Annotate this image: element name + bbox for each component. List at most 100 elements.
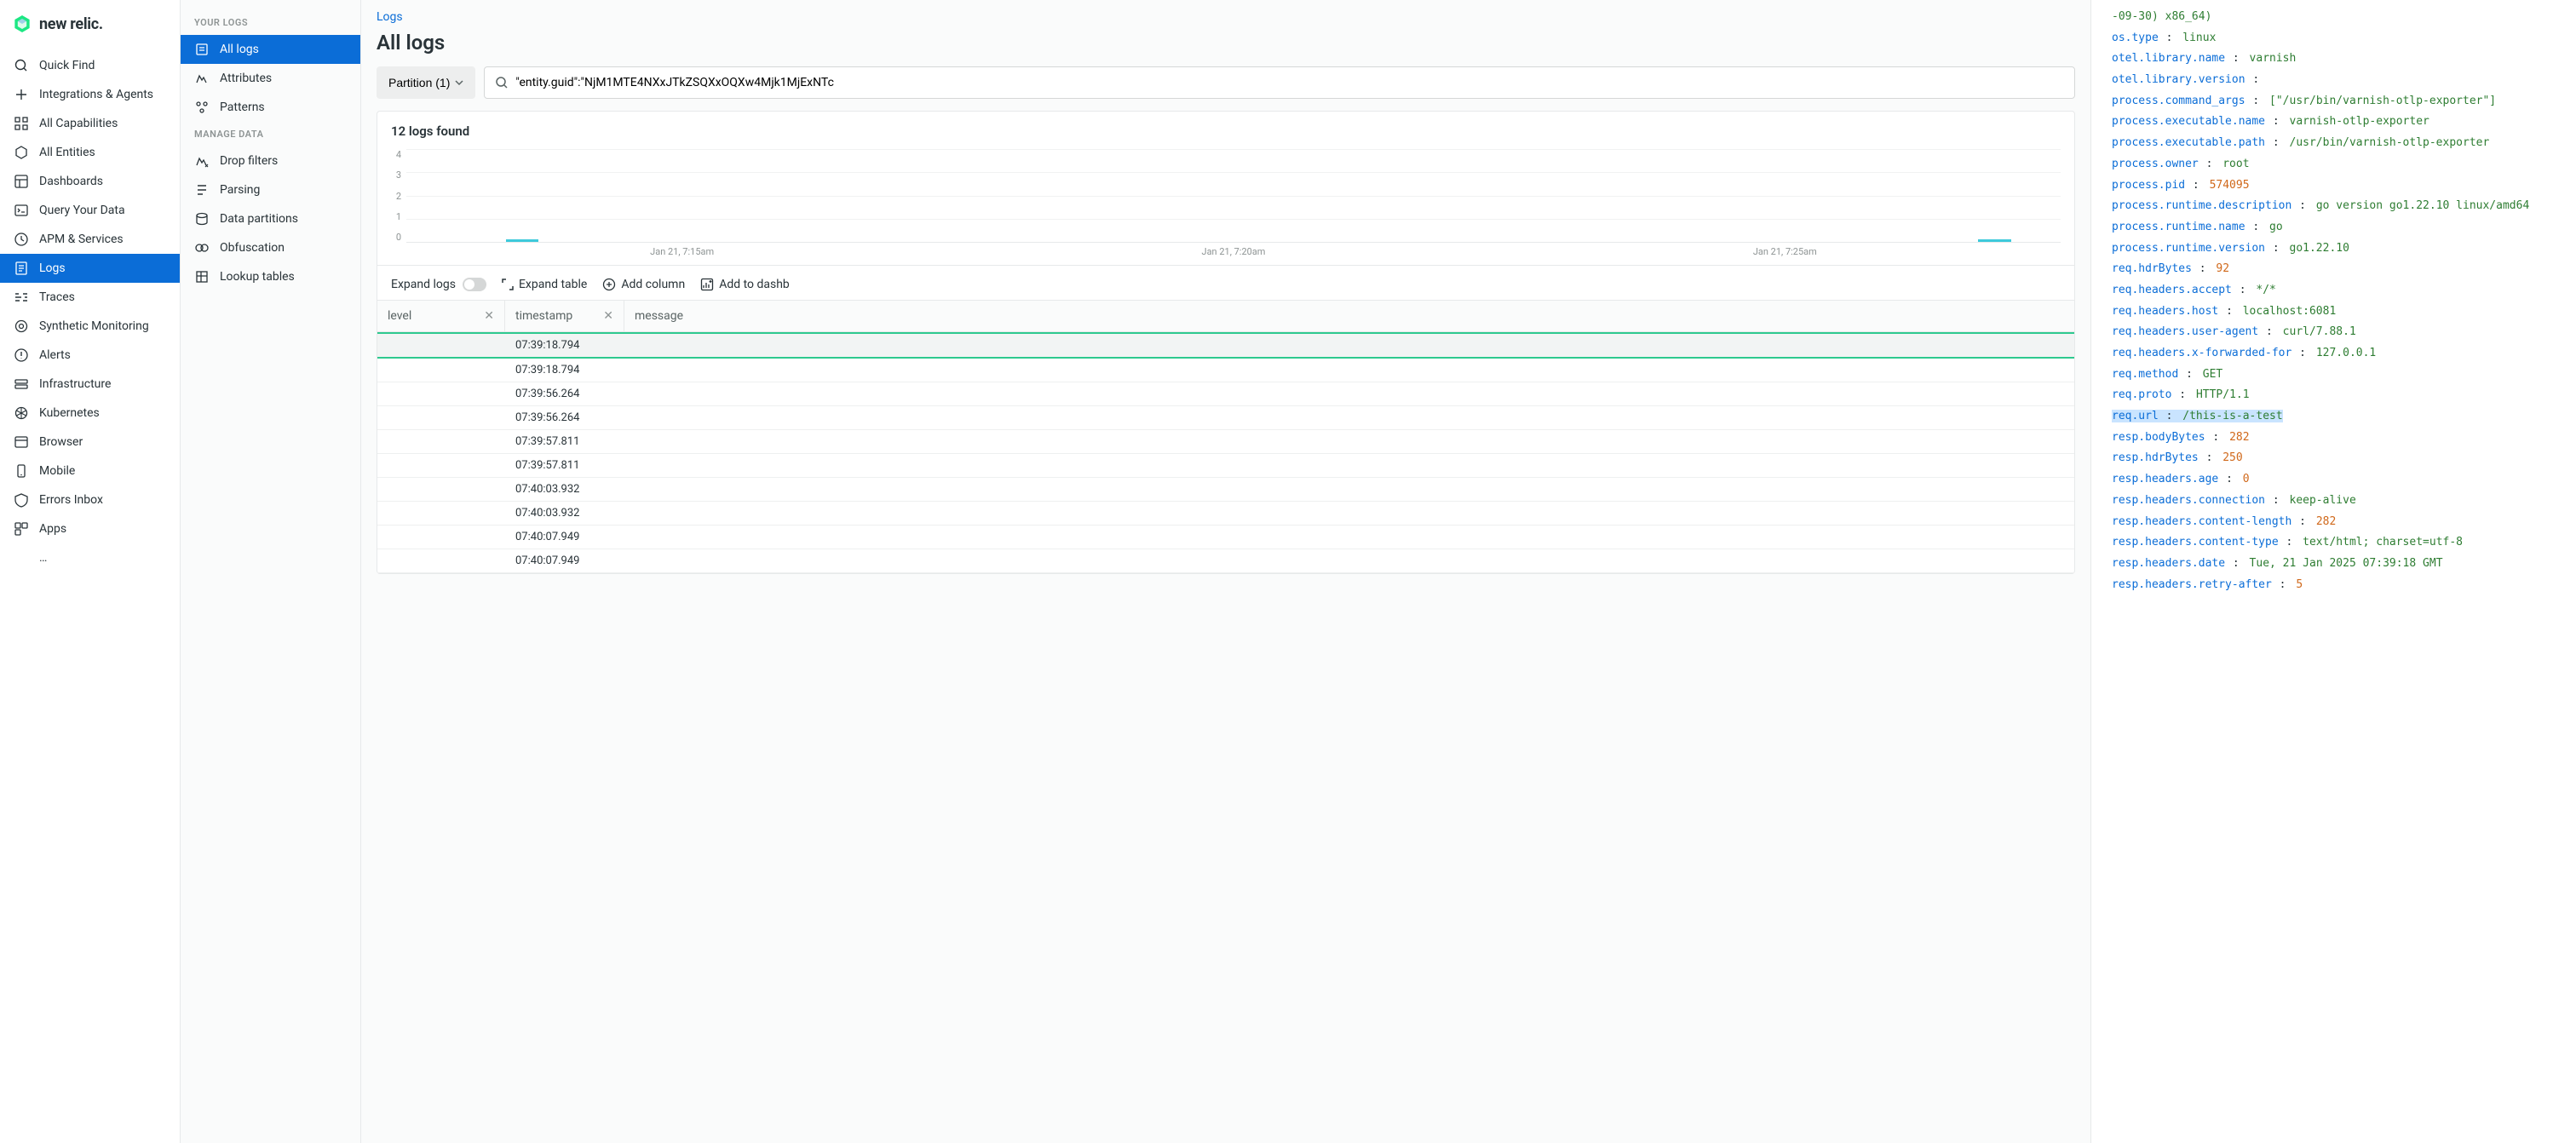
nav-item-k8s[interactable]: Kubernetes — [0, 399, 180, 428]
add-column-button[interactable]: Add column — [602, 278, 685, 291]
detail-row[interactable]: process.command_args : ["/usr/bin/varnis… — [2112, 91, 2576, 112]
detail-row[interactable]: req.url : /this-is-a-test — [2112, 406, 2576, 428]
detail-value: varnish-otlp-exporter — [2290, 115, 2429, 128]
synthetic-icon — [14, 319, 29, 334]
table-row[interactable]: 07:39:56.264 — [377, 406, 2074, 430]
nav-item-synthetic[interactable]: Synthetic Monitoring — [0, 312, 180, 341]
detail-row[interactable]: req.headers.user-agent : curl/7.88.1 — [2112, 322, 2576, 343]
nav-item-apm[interactable]: APM & Services — [0, 225, 180, 254]
remove-column-level[interactable]: ✕ — [484, 309, 494, 323]
sidebar-item-drop-filters[interactable]: Drop filters — [181, 146, 360, 175]
add-to-dashboard-button[interactable]: Add to dashb — [700, 278, 790, 291]
nav-item-more[interactable]: … — [0, 543, 180, 572]
xtick: Jan 21, 7:25am — [1509, 243, 2061, 258]
detail-row[interactable]: os.type : linux — [2112, 28, 2576, 49]
table-row[interactable]: 07:40:07.949 — [377, 526, 2074, 549]
column-timestamp[interactable]: timestamp ✕ — [505, 301, 624, 331]
integrations-icon — [14, 87, 29, 102]
histogram-bar[interactable] — [1978, 239, 2011, 242]
detail-row[interactable]: process.runtime.version : go1.22.10 — [2112, 238, 2576, 260]
nav-label: Errors Inbox — [39, 493, 103, 507]
table-row[interactable]: 07:39:56.264 — [377, 382, 2074, 406]
query-input[interactable] — [515, 67, 2064, 98]
detail-row[interactable]: req.proto : HTTP/1.1 — [2112, 385, 2576, 406]
remove-column-timestamp[interactable]: ✕ — [603, 309, 613, 323]
cell-timestamp: 07:39:57.811 — [505, 454, 624, 477]
detail-row[interactable]: req.hdrBytes : 92 — [2112, 259, 2576, 280]
nav-item-query[interactable]: Query Your Data — [0, 196, 180, 225]
nav-item-quick-find[interactable]: Quick Find — [0, 51, 180, 80]
nav-label: Dashboards — [39, 175, 103, 188]
detail-row[interactable]: resp.headers.date : Tue, 21 Jan 2025 07:… — [2112, 554, 2576, 575]
nav-item-alerts[interactable]: Alerts — [0, 341, 180, 370]
column-level[interactable]: level ✕ — [377, 301, 505, 331]
nav-item-browser[interactable]: Browser — [0, 428, 180, 457]
table-row[interactable]: 07:39:57.811 — [377, 430, 2074, 454]
table-row[interactable]: 07:39:18.794 — [377, 332, 2074, 359]
nav-item-apps[interactable]: Apps — [0, 514, 180, 543]
detail-row[interactable]: process.executable.path : /usr/bin/varni… — [2112, 133, 2576, 154]
detail-row[interactable]: otel.library.name : varnish — [2112, 49, 2576, 70]
expand-table-button[interactable]: Expand table — [502, 278, 587, 291]
cell-level — [377, 359, 505, 382]
detail-key: otel.library.version — [2112, 73, 2245, 86]
detail-row[interactable]: req.headers.x-forwarded-for : 127.0.0.1 — [2112, 343, 2576, 365]
table-row[interactable]: 07:39:18.794 — [377, 359, 2074, 382]
detail-value: 282 — [2229, 431, 2249, 444]
nav-item-dashboards[interactable]: Dashboards — [0, 167, 180, 196]
detail-row[interactable]: process.pid : 574095 — [2112, 175, 2576, 197]
sidebar-item-parsing[interactable]: Parsing — [181, 175, 360, 204]
detail-value: ["/usr/bin/varnish-otlp-exporter"] — [2269, 95, 2496, 107]
sidebar-item-obfuscation[interactable]: Obfuscation — [181, 233, 360, 262]
nav-item-logs[interactable]: Logs — [0, 254, 180, 283]
detail-row[interactable]: resp.headers.age : 0 — [2112, 469, 2576, 491]
nav-item-traces[interactable]: Traces — [0, 283, 180, 312]
column-message[interactable]: message — [624, 301, 2074, 331]
sidebar-item-attributes[interactable]: Attributes — [181, 64, 360, 93]
sidebar-item-patterns[interactable]: Patterns — [181, 93, 360, 122]
brand-logo[interactable]: new relic. — [0, 0, 180, 48]
partition-selector[interactable]: Partition (1) — [377, 66, 475, 99]
detail-row[interactable]: req.method : GET — [2112, 365, 2576, 386]
table-row[interactable]: 07:40:03.932 — [377, 478, 2074, 502]
sidebar-item-data-partitions[interactable]: Data partitions — [181, 204, 360, 233]
detail-row[interactable]: resp.bodyBytes : 282 — [2112, 428, 2576, 449]
query-search-box[interactable] — [484, 66, 2075, 99]
detail-row[interactable]: process.runtime.name : go — [2112, 217, 2576, 238]
expand-logs-label: Expand logs — [391, 278, 456, 291]
detail-row[interactable]: req.headers.accept : */* — [2112, 280, 2576, 302]
detail-key: resp.bodyBytes — [2112, 431, 2205, 444]
detail-key: process.executable.name — [2112, 115, 2265, 128]
detail-row[interactable]: process.owner : root — [2112, 154, 2576, 175]
detail-row[interactable]: resp.headers.content-type : text/html; c… — [2112, 532, 2576, 554]
detail-row[interactable]: process.executable.name : varnish-otlp-e… — [2112, 112, 2576, 133]
detail-row[interactable]: otel.library.version : — [2112, 70, 2576, 91]
nav-item-infra[interactable]: Infrastructure — [0, 370, 180, 399]
sidebar-item-all-logs[interactable]: All logs — [181, 35, 360, 64]
nav-item-capabilities[interactable]: All Capabilities — [0, 109, 180, 138]
page-title: All logs — [361, 27, 2090, 66]
table-row[interactable]: 07:40:03.932 — [377, 502, 2074, 526]
nav-item-errors[interactable]: Errors Inbox — [0, 485, 180, 514]
detail-key: process.owner — [2112, 158, 2199, 170]
expand-logs-toggle[interactable]: Expand logs — [391, 278, 486, 291]
ytick: 2 — [391, 191, 401, 202]
detail-row[interactable]: resp.headers.retry-after : 5 — [2112, 575, 2576, 596]
detail-value: */* — [2256, 284, 2275, 296]
histogram-bar[interactable] — [506, 239, 539, 242]
detail-value: root — [2222, 158, 2249, 170]
detail-row[interactable]: resp.hdrBytes : 250 — [2112, 448, 2576, 469]
detail-row[interactable]: req.headers.host : localhost:6081 — [2112, 302, 2576, 323]
table-row[interactable]: 07:40:07.949 — [377, 549, 2074, 573]
nav-item-mobile[interactable]: Mobile — [0, 457, 180, 485]
sidebar-item-lookup-tables[interactable]: Lookup tables — [181, 262, 360, 291]
entities-icon — [14, 145, 29, 160]
nav-item-integrations[interactable]: Integrations & Agents — [0, 80, 180, 109]
detail-row[interactable]: resp.headers.content-length : 282 — [2112, 512, 2576, 533]
detail-row[interactable]: process.runtime.description : go version… — [2112, 196, 2576, 217]
drop-filters-icon — [194, 153, 210, 169]
table-row[interactable]: 07:39:57.811 — [377, 454, 2074, 478]
nav-item-entities[interactable]: All Entities — [0, 138, 180, 167]
breadcrumb-logs-link[interactable]: Logs — [377, 10, 403, 24]
detail-row[interactable]: resp.headers.connection : keep-alive — [2112, 491, 2576, 512]
